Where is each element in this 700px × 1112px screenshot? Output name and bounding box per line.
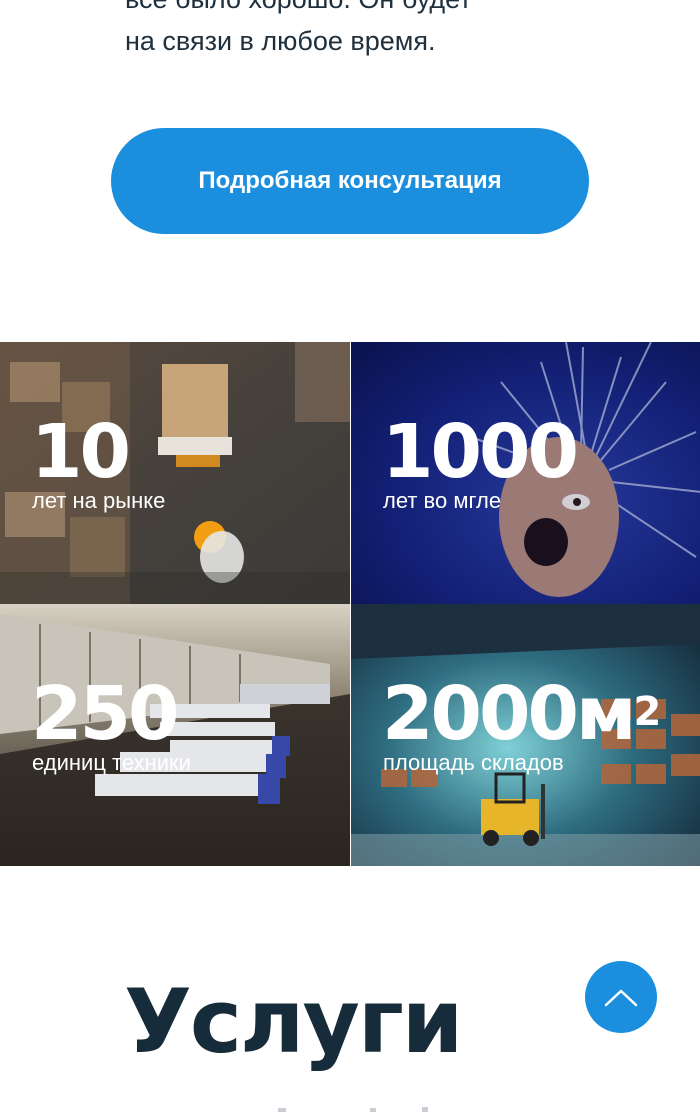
stat-number-years: 10 [31, 409, 131, 495]
intro-text: все было хорошо. Он будет на связи в люб… [125, 0, 595, 62]
stat-label-vehicles: единиц техники [32, 750, 191, 775]
stat-label-area: площадь складов [383, 750, 564, 775]
consultation-button[interactable]: Подробная консультация [111, 128, 589, 234]
stat-tile-area: 2000м2 площадь складов [351, 604, 700, 866]
page: все было хорошо. Он будет на связи в люб… [0, 0, 700, 1112]
stat-tile-mist: 1000 лет во мгле [351, 342, 700, 604]
stat-tile-vehicles: 250 единиц техники [0, 604, 350, 866]
stat-label-years: лет на рынке [32, 488, 166, 513]
intro-line-2: на связи в любое время. [125, 26, 436, 56]
stats-grid: 10 лет на рынке 1000 лет во мгле 250 еди… [0, 342, 700, 866]
stat-label-mist: лет во мгле [383, 488, 502, 513]
stat-number-mist: 1000 [382, 409, 579, 495]
next-section-peek [278, 1107, 428, 1112]
services-heading: Услуги [124, 970, 463, 1073]
scroll-to-top-button[interactable] [585, 961, 657, 1033]
stat-number-area: 2000м2 [382, 674, 661, 754]
chevron-up-icon [604, 989, 638, 1007]
stat-number-vehicles: 250 [31, 671, 179, 757]
stat-tile-years: 10 лет на рынке [0, 342, 350, 604]
stat-number-area-superscript: 2 [633, 689, 662, 735]
intro-line-1: все было хорошо. Он будет [125, 0, 595, 20]
stat-number-area-value: 2000м [382, 671, 636, 757]
